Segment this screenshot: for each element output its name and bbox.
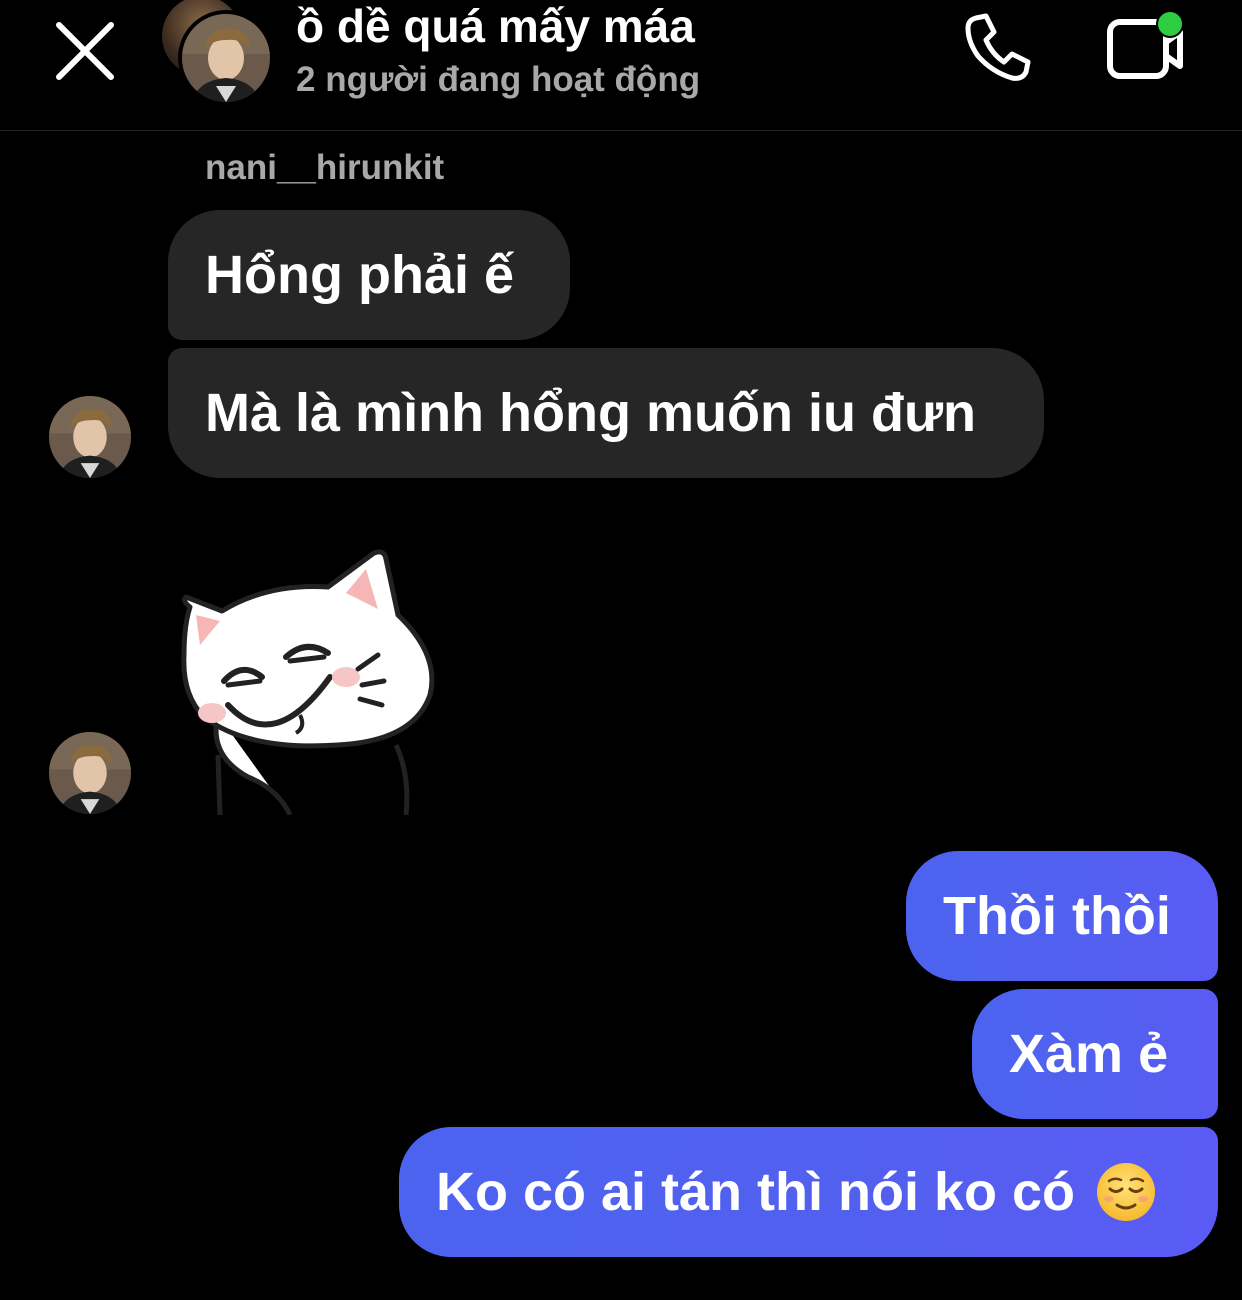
sender-avatar[interactable] (49, 732, 131, 814)
message-text: Ko có ai tán thì nói ko có (436, 1162, 1076, 1222)
message-bubble-incoming[interactable]: Hổng phải ế (168, 210, 570, 340)
message-bubble-outgoing[interactable]: Xàm ẻ (972, 989, 1218, 1119)
group-avatar-front (178, 10, 274, 106)
message-text: Mà là mình hổng muốn iu đưn (205, 383, 977, 443)
phone-icon (965, 13, 1031, 81)
active-status: 2 người đang hoạt động (296, 60, 701, 99)
message-bubble-incoming[interactable]: Mà là mình hổng muốn iu đưn (168, 348, 1044, 478)
group-avatar[interactable] (162, 0, 274, 106)
close-button[interactable] (46, 12, 124, 90)
chat-title[interactable]: ồ dề quá mấy máa (296, 0, 695, 52)
online-indicator (1156, 10, 1184, 38)
message-bubble-outgoing[interactable]: Thồi thồi (906, 851, 1218, 981)
message-text: Thồi thồi (943, 886, 1171, 946)
sender-name[interactable]: nani__hirunkit (205, 148, 444, 188)
close-icon (56, 22, 114, 80)
video-call-button[interactable] (1100, 8, 1190, 84)
message-bubble-outgoing[interactable]: Ko có ai tán thì nói ko có (399, 1127, 1218, 1257)
white-cat-smug-sticker[interactable] (178, 545, 448, 817)
voice-call-button[interactable] (958, 10, 1038, 84)
chat-header: ồ dề quá mấy máa 2 người đang hoạt động (0, 0, 1242, 131)
message-text: Hổng phải ế (205, 245, 514, 305)
relieved-face-emoji (1095, 1161, 1157, 1223)
sender-avatar[interactable] (49, 396, 131, 478)
message-text: Xàm ẻ (1009, 1024, 1169, 1084)
